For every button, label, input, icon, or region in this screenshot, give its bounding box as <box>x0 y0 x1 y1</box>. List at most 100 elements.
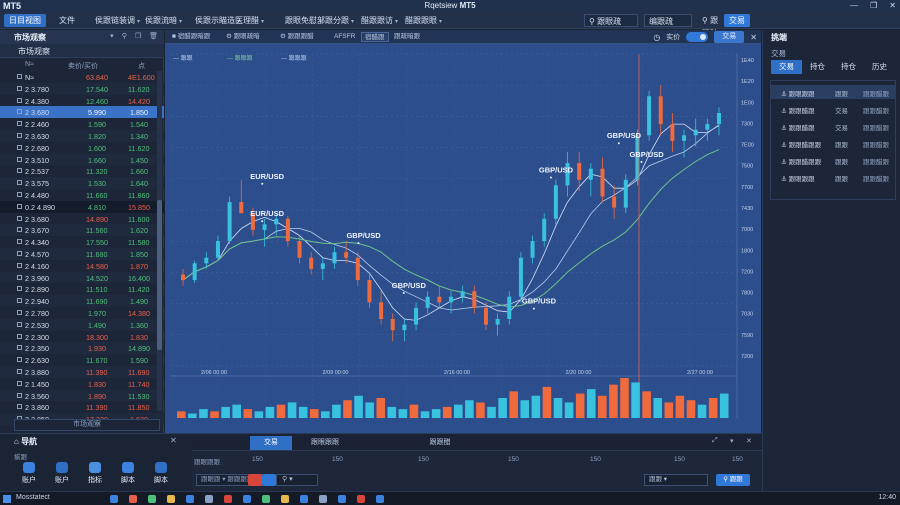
toolbox-close-icon[interactable]: ✕ <box>746 437 752 445</box>
symbol-checkbox-icon[interactable] <box>17 274 22 280</box>
market-watch-row[interactable]: 2 4.160 14.580 1.870 <box>0 260 164 272</box>
candle-body[interactable] <box>320 263 325 269</box>
candle-body[interactable] <box>437 296 442 303</box>
toolbox-tab-0[interactable]: 交易 <box>250 436 292 450</box>
taskbar-app-icon[interactable] <box>338 495 346 503</box>
symbol-checkbox-icon[interactable] <box>17 144 22 150</box>
taskbar-app-label[interactable]: Mosstatect <box>16 494 50 501</box>
blue-tool-icon[interactable] <box>262 474 276 486</box>
expand-icon[interactable]: ⤢ <box>712 437 718 445</box>
market-watch-row[interactable]: 2 1.450 1.830 11.740 <box>0 378 164 390</box>
market-watch-row[interactable]: 2 2.537 11.320 1.660 <box>0 165 164 177</box>
menu-item-0[interactable]: 日目视图 <box>4 14 46 27</box>
market-watch-row[interactable]: 2 3.960 14.520 16.400 <box>0 271 164 284</box>
taskbar-app-icon[interactable] <box>319 495 327 503</box>
taskbar-app-icon[interactable] <box>357 495 365 503</box>
candle-body[interactable] <box>553 185 558 219</box>
symbol-checkbox-icon[interactable] <box>17 215 22 221</box>
candle-body[interactable] <box>460 291 465 297</box>
market-watch-row[interactable]: 2 3.630 1.820 1.340 <box>0 129 164 142</box>
taskbar-app-icon[interactable] <box>281 495 289 503</box>
chevron-down-icon[interactable]: ▾ <box>110 32 114 40</box>
candle-body[interactable] <box>227 202 232 242</box>
candle-body[interactable] <box>495 319 500 325</box>
menu-item-8[interactable]: 醋跟跟访 ▾ <box>356 14 403 27</box>
taskbar-app-icon[interactable] <box>129 495 137 503</box>
candle-body[interactable] <box>215 241 220 258</box>
market-watch-row[interactable]: N≈ 63.840 4E1.600 <box>0 71 164 83</box>
candle-body[interactable] <box>577 163 582 180</box>
trade-panel-row[interactable]: ⚓ 跟跟醋跟跟 跟跟 跟跟醋跟 <box>771 153 895 167</box>
navigator-item[interactable]: 指标 <box>80 462 110 485</box>
menu-item-3[interactable]: 侯跟流暗 ▾ <box>140 14 187 27</box>
market-watch-row[interactable]: 2 2.890 11.510 11.420 <box>0 283 164 295</box>
toolbox-tab-2[interactable]: 跟跟醋 <box>420 436 460 450</box>
symbol-checkbox-icon[interactable] <box>17 357 22 363</box>
taskbar-app-icon[interactable] <box>110 495 118 503</box>
chart-close-icon[interactable]: ✕ <box>750 33 757 42</box>
candle-body[interactable] <box>600 168 605 197</box>
symbol-checkbox-icon[interactable] <box>17 168 22 174</box>
candle-body[interactable] <box>332 252 337 264</box>
close-button[interactable]: ✕ <box>889 1 896 10</box>
chart-toolbar-item-1[interactable]: ⚙ 跟眼疏暗 <box>223 32 263 42</box>
candle-body[interactable] <box>344 252 349 258</box>
toolbox-column-header[interactable]: 150 <box>674 456 685 463</box>
toolbox-column-header[interactable]: 跟眼跟跟 <box>194 456 220 466</box>
toolbox-column-header[interactable]: 150 <box>332 456 343 463</box>
candle-body[interactable] <box>518 257 523 297</box>
taskbar-app-icon[interactable] <box>243 495 251 503</box>
candle-body[interactable] <box>274 218 279 225</box>
trade-panel-row[interactable]: ⚓ 跟眼跟跟 跟跟 跟跟醋跟 <box>771 85 895 99</box>
trade-panel-row[interactable]: ⚓ 跟跟醋跟 交易 跟跟醋跟 <box>771 102 895 116</box>
toolbox-tab-1[interactable]: 跟眼跟跟 <box>296 436 354 450</box>
market-watch-row[interactable]: 2 4.380 12.460 14.420 <box>0 95 164 107</box>
symbol-checkbox-icon[interactable] <box>17 239 22 245</box>
toolbox-column-header[interactable]: 150 <box>508 456 519 463</box>
candle-body[interactable] <box>449 296 453 303</box>
candle-body[interactable] <box>588 168 593 180</box>
toolbox-search-button[interactable]: ⚲ 跟跟 <box>716 474 750 486</box>
market-watch-row[interactable]: 2 3.670 11.560 1.620 <box>0 224 164 237</box>
symbol-checkbox-icon[interactable] <box>17 191 22 197</box>
column-ask[interactable]: 点 <box>138 61 145 71</box>
navigator-item[interactable]: 账户 <box>14 462 44 485</box>
market-watch-row[interactable]: 2 2.780 1.970 14.380 <box>0 307 164 319</box>
symbol-checkbox-icon[interactable] <box>17 180 22 186</box>
symbol-checkbox-icon[interactable] <box>17 286 22 292</box>
trade-panel-tab-1[interactable]: 持仓 <box>802 60 833 74</box>
candle-body[interactable] <box>390 319 395 331</box>
toolbox-column-header[interactable]: 150 <box>418 456 429 463</box>
trash-icon[interactable]: 🗑 <box>149 32 158 40</box>
symbol-checkbox-icon[interactable] <box>17 85 22 91</box>
login-button[interactable]: 交易 <box>724 14 750 27</box>
candle-body[interactable] <box>472 291 477 308</box>
symbol-checkbox-icon[interactable] <box>17 109 22 115</box>
toolbox-column-header[interactable]: 150 <box>252 456 263 463</box>
market-watch-row[interactable]: 2 3.680 14.890 11.600 <box>0 213 164 225</box>
market-watch-row[interactable]: 2 4.570 11.680 1.850 <box>0 247 164 260</box>
symbol-checkbox-icon[interactable] <box>17 250 22 256</box>
symbol-checkbox-icon[interactable] <box>17 203 22 209</box>
candle-body[interactable] <box>623 179 628 208</box>
market-watch-row[interactable]: 2 3.560 1.890 11.530 <box>0 389 164 402</box>
toolbox-period-select[interactable]: 跟跟 ▾ <box>644 474 708 486</box>
taskbar-app-icon[interactable] <box>224 495 232 503</box>
symbol-checkbox-icon[interactable] <box>17 97 22 103</box>
chart-trade-button[interactable]: 交易 <box>714 31 745 43</box>
market-watch-row[interactable]: 2 2.460 1.590 1.540 <box>0 118 164 130</box>
market-watch-row[interactable]: 2 3.680 5.990 1.850 <box>0 106 164 119</box>
chart-toolbar-item-4[interactable]: 宿醋跟 <box>361 32 389 42</box>
symbol-checkbox-icon[interactable] <box>17 345 22 351</box>
taskbar-app-icon[interactable] <box>262 495 270 503</box>
market-watch-row[interactable]: 2 2.680 1.600 11.620 <box>0 142 164 154</box>
menu-item-9[interactable]: 醋跟跟眼 ▾ <box>400 14 447 27</box>
pin-icon[interactable]: ⚲ <box>122 32 127 40</box>
market-watch-row[interactable]: 2 2.300 18.300 1.830 <box>0 331 164 343</box>
candle-body[interactable] <box>402 324 407 331</box>
menu-item-7[interactable]: 部跟分跟 ▾ <box>312 14 359 27</box>
symbol-checkbox-icon[interactable] <box>17 121 22 127</box>
candle-body[interactable] <box>309 257 314 269</box>
chart-toolbar-item-2[interactable]: ⚙ 跟跟跟醋 <box>277 32 317 42</box>
market-watch-row[interactable]: 2 2.350 1.930 14.890 <box>0 342 164 355</box>
